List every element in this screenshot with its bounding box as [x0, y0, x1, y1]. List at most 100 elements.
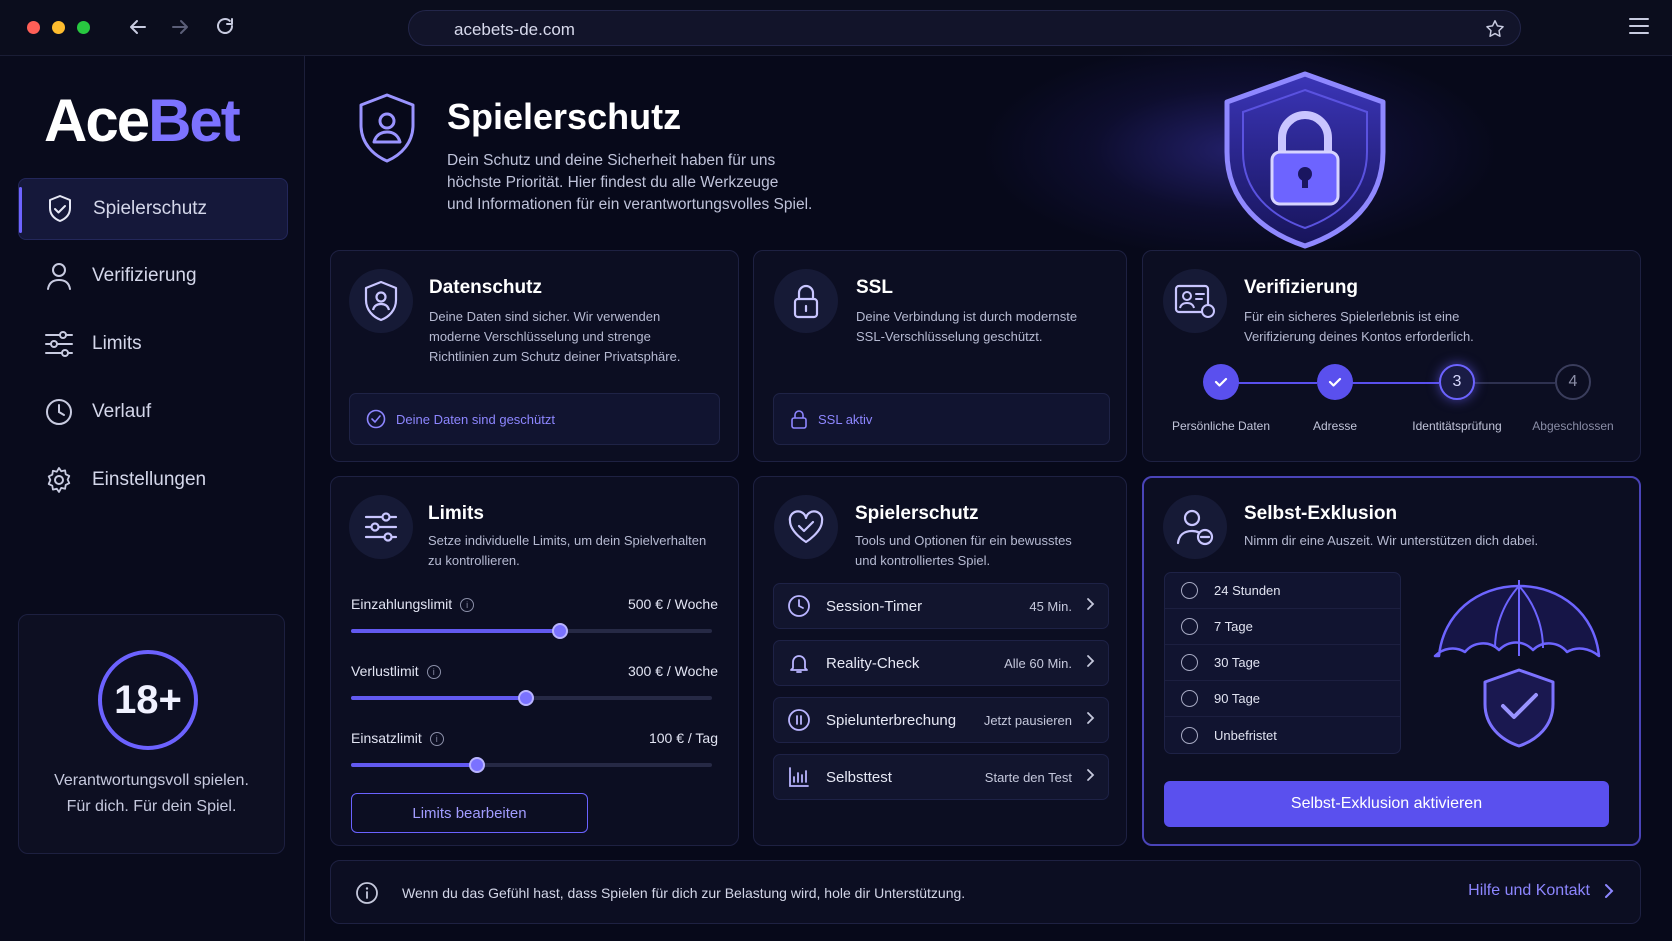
- logo-part-1: Ace: [44, 87, 150, 154]
- step-label: Identitätsprüfung: [1412, 419, 1502, 433]
- gear-icon: [44, 465, 74, 495]
- step-4-todo: 4: [1555, 364, 1591, 400]
- check-icon: [1214, 377, 1228, 387]
- clock-icon: [44, 397, 74, 427]
- exclusion-option-7d[interactable]: 7 Tage: [1165, 609, 1400, 645]
- logo[interactable]: AceBet: [44, 86, 241, 155]
- age-badge: 18+: [98, 650, 198, 750]
- check-icon: [1328, 377, 1342, 387]
- self-test-row[interactable]: Selbsttest Starte den Test: [773, 754, 1109, 800]
- window-close-button[interactable]: [27, 21, 40, 34]
- step-label: Abgeschlossen: [1532, 419, 1614, 433]
- deposit-limit-slider[interactable]: [351, 623, 712, 639]
- wager-limit-slider[interactable]: [351, 757, 712, 773]
- reload-icon[interactable]: [212, 14, 238, 40]
- reality-check-row[interactable]: Reality-Check Alle 60 Min.: [773, 640, 1109, 686]
- card-description: Nimm dir eine Auszeit. Wir unterstützen …: [1244, 533, 1539, 548]
- option-label: Unbefristet: [1214, 727, 1277, 743]
- slider-handle[interactable]: [518, 690, 535, 706]
- page-subtitle-line-3: und Informationen für ein verantwortungs…: [447, 196, 813, 213]
- user-icon: [44, 261, 74, 291]
- option-label: 90 Tage: [1214, 691, 1261, 706]
- slider-fill: [351, 763, 478, 767]
- lock-icon: [791, 410, 807, 429]
- chevron-right-icon: [1086, 597, 1096, 616]
- sidebar-item-limits[interactable]: Limits: [18, 313, 288, 375]
- user-minus-icon: [1163, 495, 1227, 559]
- exclusion-option-90d[interactable]: 90 Tage: [1165, 681, 1400, 717]
- spielerschutz-tools-card: Spielerschutz Tools und Optionen für ein…: [753, 476, 1127, 846]
- exclusion-option-unlimited[interactable]: Unbefristet: [1165, 717, 1400, 753]
- sliders-icon: [349, 495, 413, 559]
- info-icon[interactable]: i: [460, 598, 475, 613]
- card-title: Selbst-Exklusion: [1244, 503, 1398, 524]
- url-text: acebets-de.com: [454, 20, 575, 39]
- radio-button[interactable]: [1181, 654, 1198, 671]
- check-circle-icon: [366, 409, 386, 429]
- sidebar-item-verlauf[interactable]: Verlauf: [18, 381, 288, 443]
- ssl-card: SSL Deine Verbindung ist durch modernste…: [753, 250, 1127, 462]
- session-timer-row[interactable]: Session-Timer 45 Min.: [773, 583, 1109, 629]
- hamburger-menu-icon[interactable]: [1628, 16, 1650, 41]
- sidebar-item-spielerschutz[interactable]: Spielerschutz: [18, 178, 288, 240]
- card-description-line-3: Richtlinien zum Schutz deiner Privatsphä…: [429, 349, 681, 364]
- sidebar-item-verifizierung[interactable]: Verifizierung: [18, 245, 288, 307]
- help-contact-link[interactable]: Hilfe und Kontakt: [1468, 882, 1614, 900]
- page-subtitle-line-2: höchste Priorität. Hier findest du alle …: [447, 174, 779, 191]
- row-value: 45 Min.: [1029, 598, 1072, 614]
- chart-icon: [786, 764, 812, 790]
- window-minimize-button[interactable]: [52, 21, 65, 34]
- step-label: Persönliche Daten: [1171, 419, 1271, 433]
- sidebar-item-label: Verifizierung: [92, 265, 197, 286]
- card-description: Deine Daten sind sicher. Wir verwenden m…: [429, 307, 729, 367]
- card-description-line-2: Verifizierung deines Kontos erforderlich…: [1244, 329, 1474, 344]
- game-pause-row[interactable]: Spielunterbrechung Jetzt pausieren: [773, 697, 1109, 743]
- chevron-right-icon: [1605, 884, 1614, 898]
- card-description: Setze individuelle Limits, um dein Spiel…: [428, 531, 728, 571]
- back-arrow-icon[interactable]: [125, 14, 151, 40]
- id-card-icon: [1163, 269, 1227, 333]
- row-value: Jetzt pausieren: [983, 712, 1072, 728]
- info-icon[interactable]: i: [429, 732, 444, 747]
- activate-self-exclusion-button[interactable]: Selbst-Exklusion aktivieren: [1164, 781, 1609, 827]
- ssl-active-status: SSL aktiv: [773, 393, 1110, 445]
- hero-shield-lock-icon: [1224, 71, 1386, 249]
- step-2-done: [1317, 364, 1353, 400]
- window-maximize-button[interactable]: [77, 21, 90, 34]
- slider-handle[interactable]: [469, 757, 486, 773]
- shield-check-icon: [45, 194, 75, 224]
- radio-button[interactable]: [1181, 726, 1198, 744]
- verifizierung-card: Verifizierung Für ein sicheres Spielerle…: [1142, 250, 1641, 462]
- exclusion-option-24h[interactable]: 24 Stunden: [1165, 573, 1400, 609]
- info-icon[interactable]: i: [426, 665, 441, 680]
- slider-handle[interactable]: [552, 623, 569, 639]
- info-circle-icon: [355, 881, 379, 910]
- card-description-line-2: zu kontrollieren.: [428, 553, 520, 568]
- step-3-current: 3: [1439, 364, 1475, 400]
- step-1-done: [1203, 364, 1239, 400]
- support-info-bar: Wenn du das Gefühl hast, dass Spielen fü…: [330, 860, 1641, 924]
- loss-limit-slider[interactable]: [351, 690, 712, 706]
- limit-label-text: Einzahlungslimit: [351, 596, 453, 612]
- card-description: Deine Verbindung ist durch modernste SSL…: [856, 307, 1116, 347]
- deposit-limit-value: 500 € / Woche: [627, 596, 718, 612]
- radio-button[interactable]: [1181, 618, 1198, 635]
- clock-icon: [786, 593, 812, 619]
- chevron-right-icon: [1086, 654, 1096, 673]
- limits-card: Limits Setze individuelle Limits, um dei…: [330, 476, 739, 846]
- support-info-text: Wenn du das Gefühl hast, dass Spielen fü…: [402, 885, 966, 901]
- datenschutz-card: Datenschutz Deine Daten sind sicher. Wir…: [330, 250, 739, 462]
- row-value: Starte den Test: [984, 769, 1072, 785]
- edit-limits-button[interactable]: Limits bearbeiten: [351, 793, 588, 833]
- sidebar-item-einstellungen[interactable]: Einstellungen: [18, 449, 288, 511]
- radio-button[interactable]: [1181, 690, 1198, 707]
- responsible-gaming-line-1: Verantwortungsvoll spielen.: [54, 772, 249, 789]
- step-label: Adresse: [1312, 419, 1358, 433]
- card-title: Datenschutz: [429, 277, 542, 298]
- card-description: Tools und Optionen für ein bewusstes und…: [855, 531, 1115, 571]
- sliders-icon: [44, 329, 74, 359]
- forward-arrow-icon[interactable]: [167, 14, 193, 40]
- exclusion-option-30d[interactable]: 30 Tage: [1165, 645, 1400, 681]
- radio-button[interactable]: [1181, 582, 1198, 599]
- card-title: SSL: [856, 277, 893, 298]
